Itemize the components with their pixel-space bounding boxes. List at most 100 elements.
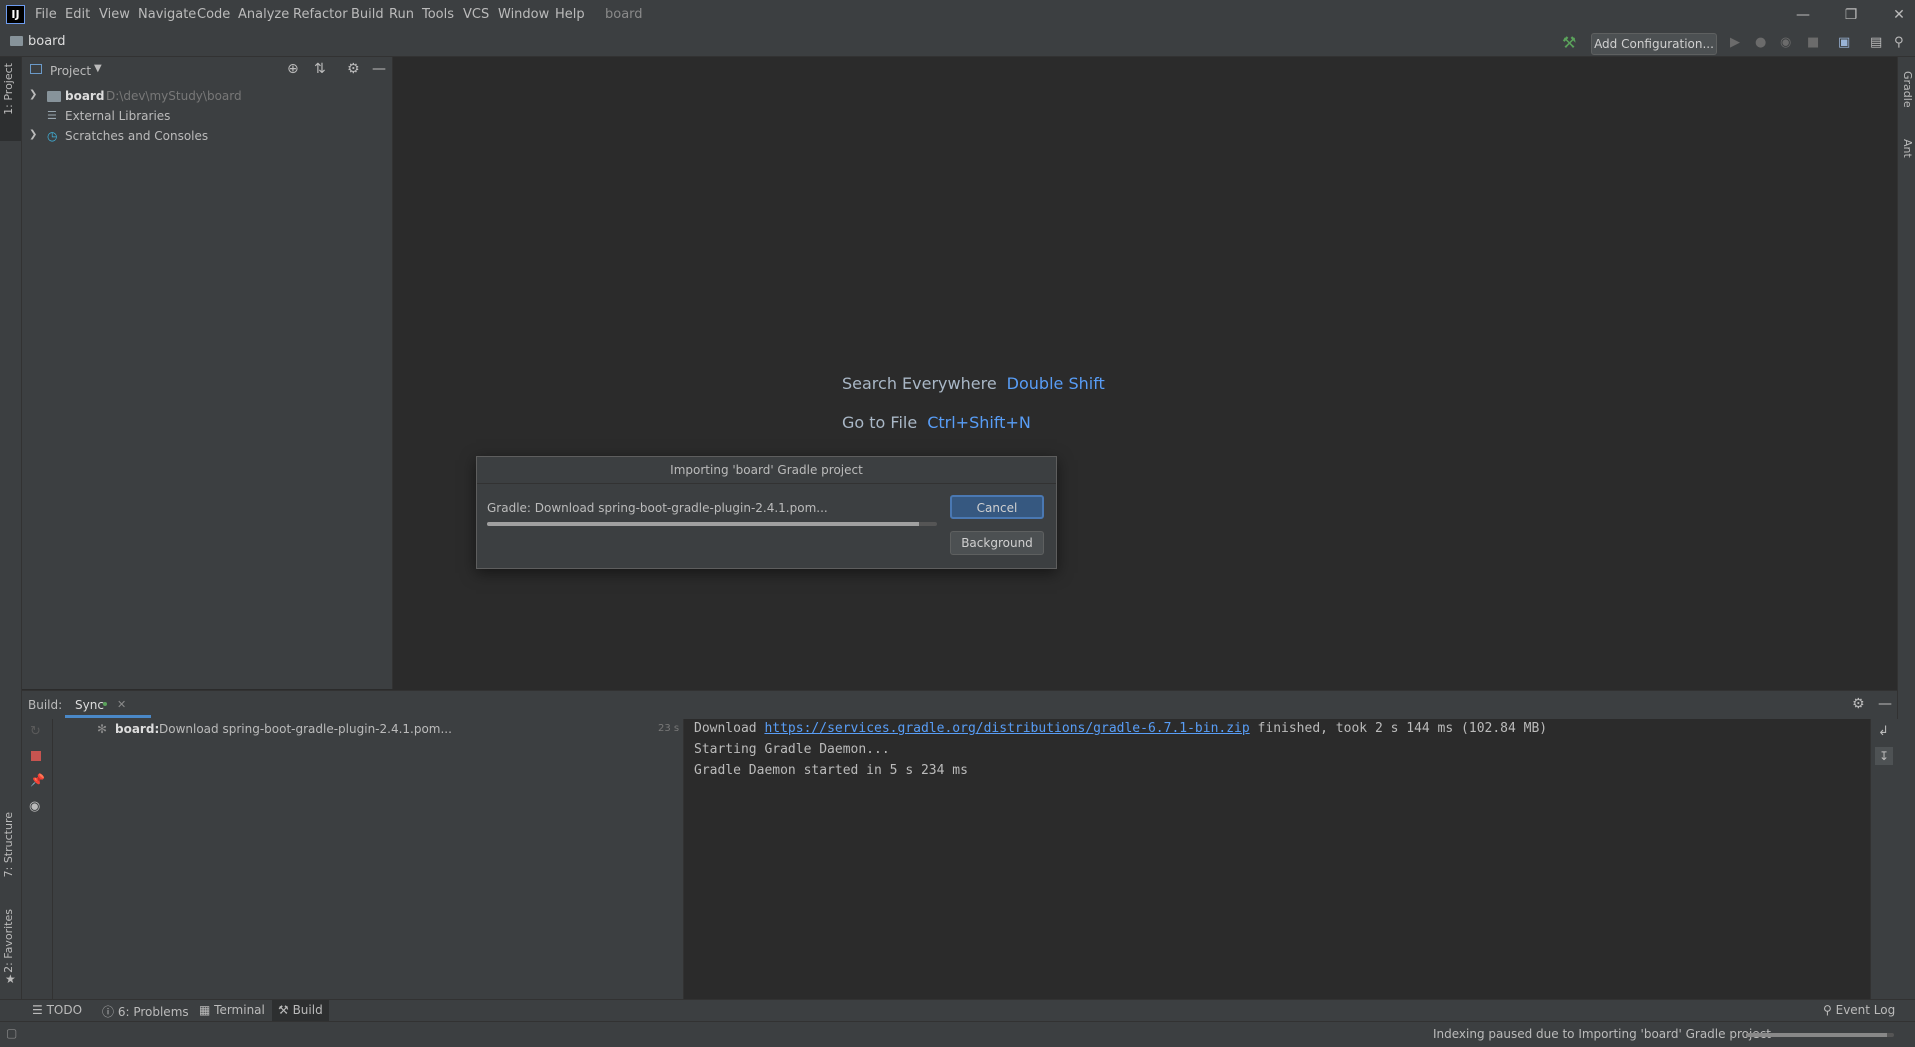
tree-item-label: External Libraries [65, 109, 171, 123]
tree-item-scratches[interactable]: ❯ ◷ Scratches and Consoles [22, 126, 392, 146]
menu-help[interactable]: Help [555, 7, 585, 22]
eye-icon[interactable]: ◉ [29, 799, 40, 814]
project-view-selector[interactable]: Project [50, 64, 91, 78]
console-toolbar: ↲ ↧ [1870, 719, 1898, 999]
hint-go-to-file: Go to File Ctrl+Shift+N [842, 413, 1031, 432]
tab-label: Terminal [214, 1003, 265, 1017]
coverage-icon[interactable]: ◉ [1780, 35, 1791, 50]
stop-icon[interactable]: ■ [1807, 35, 1819, 50]
tab-todo[interactable]: ☰ TODO [32, 1003, 82, 1017]
editor-area[interactable]: Search Everywhere Double Shift Go to File… [393, 57, 1896, 689]
menu-code[interactable]: Code [197, 7, 230, 22]
gear-icon[interactable]: ⚙ [347, 61, 360, 77]
tab-terminal[interactable]: ▦ Terminal [199, 1003, 265, 1017]
background-button[interactable]: Background [950, 531, 1044, 555]
task-description: Download spring-boot-gradle-plugin-2.4.1… [159, 722, 452, 736]
locate-icon[interactable]: ⊕ [287, 61, 299, 77]
breadcrumb[interactable]: board [28, 34, 66, 49]
chevron-down-icon[interactable]: ▼ [94, 63, 102, 74]
tree-item-board[interactable]: ❯ board D:\dev\myStudy\board [22, 86, 392, 106]
close-icon[interactable]: ✕ [1884, 4, 1914, 26]
menu-analyze[interactable]: Analyze [238, 7, 289, 22]
collapse-all-icon[interactable]: ⇅ [314, 61, 326, 77]
tab-label: TODO [46, 1003, 83, 1017]
menu-build[interactable]: Build [351, 7, 384, 22]
chevron-right-icon[interactable]: ❯ [29, 89, 37, 100]
console-line: Download https://services.gradle.org/dis… [694, 721, 1547, 736]
close-tab-icon[interactable]: ✕ [117, 698, 126, 711]
tab-event-log[interactable]: ⚲ Event Log [1823, 1003, 1895, 1017]
window-title: board [605, 7, 643, 22]
minimize-icon[interactable]: — [1788, 4, 1818, 26]
task-time: 23 s [658, 723, 680, 734]
scratches-icon: ◷ [47, 129, 58, 143]
hide-icon[interactable]: — [372, 61, 386, 77]
tab-label: 6: Problems [117, 1005, 189, 1019]
menu-window[interactable]: Window [498, 7, 549, 22]
build-tree: ✻ board: Download spring-boot-gradle-plu… [53, 719, 684, 999]
project-panel-header: Project ▼ ⊕ ⇅ ⚙ — [22, 57, 392, 85]
stop-icon[interactable] [31, 751, 41, 761]
tree-item-path: D:\dev\myStudy\board [106, 89, 242, 103]
hide-icon[interactable]: — [1878, 696, 1892, 712]
toggle-tool-windows-icon[interactable]: ▢ [6, 1026, 17, 1040]
scroll-to-end-icon[interactable]: ↧ [1875, 747, 1893, 765]
sync-tab[interactable]: Sync ✕ [65, 696, 151, 718]
build-console[interactable]: Download https://services.gradle.org/dis… [684, 719, 1892, 999]
right-tool-stripe: Gradle Ant [1897, 57, 1915, 999]
status-progress-bar[interactable] [1746, 1033, 1894, 1037]
spinner-icon: ✻ [97, 722, 108, 736]
dialog-message: Gradle: Download spring-boot-gradle-plug… [487, 501, 828, 515]
run-icon[interactable]: ▶ [1730, 35, 1740, 50]
build-hammer-icon[interactable]: ⚒ [1562, 33, 1576, 52]
console-link[interactable]: https://services.gradle.org/distribution… [764, 721, 1249, 736]
add-configuration-button[interactable]: Add Configuration... [1591, 33, 1717, 55]
left-tool-stripe: 1: Project 7: Structure 2: Favorites ★ [0, 57, 22, 999]
project-structure-icon[interactable]: ▣ [1838, 35, 1850, 50]
menu-vcs[interactable]: VCS [463, 7, 489, 22]
menu-run[interactable]: Run [389, 7, 414, 22]
tree-item-external-libraries[interactable]: ☰ External Libraries [22, 106, 392, 126]
status-message[interactable]: Indexing paused due to Importing 'board'… [1433, 1027, 1771, 1041]
folder-icon [10, 36, 23, 46]
running-dot-icon [103, 702, 107, 706]
search-icon[interactable]: ⚲ [1894, 35, 1904, 50]
bottom-tool-tabs: ☰ TODO ⓘ 6: Problems ▦ Terminal ⚒ Build … [0, 999, 1915, 1022]
menu-file[interactable]: File [35, 7, 57, 22]
layout-icon[interactable]: ▤ [1870, 35, 1882, 50]
pin-icon[interactable]: 📌 [30, 773, 45, 787]
build-header: Build: Sync ✕ ⚙ — [22, 691, 1897, 719]
tool-tab-ant[interactable]: Ant [1901, 139, 1914, 158]
restore-icon[interactable]: ❐ [1836, 4, 1866, 26]
menu-edit[interactable]: Edit [65, 7, 90, 22]
tool-tab-project[interactable]: 1: Project [2, 63, 15, 115]
build-task-row[interactable]: ✻ board: Download spring-boot-gradle-plu… [53, 719, 683, 739]
task-name: board: [115, 722, 160, 736]
console-text: Download [694, 721, 765, 736]
status-bar: ▢ Indexing paused due to Importing 'boar… [0, 1021, 1915, 1047]
cancel-button[interactable]: Cancel [950, 495, 1044, 519]
debug-icon[interactable]: ● [1755, 35, 1766, 50]
menu-tools[interactable]: Tools [422, 7, 454, 22]
tab-label: Event Log [1835, 1003, 1896, 1017]
menu-view[interactable]: View [99, 7, 130, 22]
tab-build[interactable]: ⚒ Build [272, 1000, 329, 1022]
dialog-progress-fill [487, 522, 919, 526]
soft-wrap-icon[interactable]: ↲ [1878, 724, 1889, 739]
tool-tab-gradle[interactable]: Gradle [1901, 71, 1914, 108]
tool-tab-favorites[interactable]: 2: Favorites [2, 909, 15, 973]
status-progress-fill [1746, 1033, 1887, 1037]
dialog-title: Importing 'board' Gradle project [477, 457, 1056, 484]
tree-item-label: board [65, 89, 105, 103]
menu-refactor[interactable]: Refactor [293, 7, 348, 22]
refresh-icon[interactable]: ↻ [30, 724, 41, 739]
tab-problems[interactable]: ⓘ 6: Problems [102, 1003, 189, 1020]
intellij-logo-icon: IJ [6, 5, 25, 24]
tool-tab-structure[interactable]: 7: Structure [2, 812, 15, 877]
menu-navigate[interactable]: Navigate [138, 7, 196, 22]
build-tool-window: Build: Sync ✕ ⚙ — ↻ 📌 ◉ ✻ board: Downloa… [22, 690, 1898, 999]
hint-label: Go to File [842, 413, 918, 432]
gear-icon[interactable]: ⚙ [1852, 696, 1865, 712]
chevron-right-icon[interactable]: ❯ [29, 129, 37, 140]
module-folder-icon [47, 91, 61, 102]
